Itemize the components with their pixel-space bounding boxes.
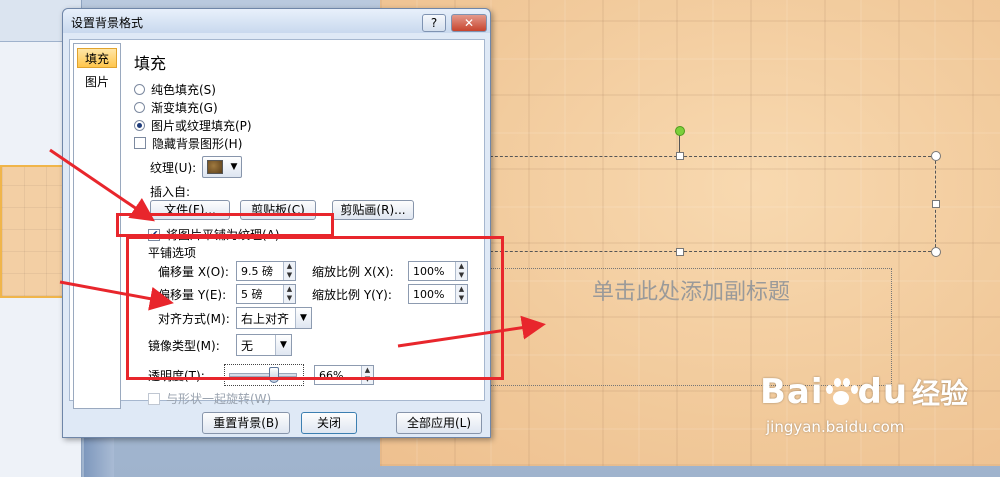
option-label: 隐藏背景图形(H) <box>152 136 243 151</box>
radio-button[interactable] <box>134 83 145 95</box>
resize-handle[interactable] <box>931 151 941 161</box>
section-title: 填充 <box>134 54 167 73</box>
chevron-down-icon: ▼ <box>230 162 238 172</box>
rotation-handle[interactable] <box>675 126 685 136</box>
resize-handle[interactable] <box>676 152 684 160</box>
subtitle-placeholder-text[interactable]: 单击此处添加副标题 <box>490 274 892 306</box>
reset-background-button[interactable]: 重置背景(B) <box>202 412 290 434</box>
resize-handle[interactable] <box>931 247 941 257</box>
texture-picker[interactable]: ▼ <box>202 156 243 178</box>
help-button[interactable]: ? <box>422 14 446 32</box>
radio-button-selected[interactable] <box>134 119 145 131</box>
solid-fill-option[interactable]: 纯色填充(S) <box>134 80 484 98</box>
watermark-brand-suffix: du <box>857 372 909 412</box>
texture-row: 纹理(U): ▼ <box>150 156 243 178</box>
picture-texture-fill-option[interactable]: 图片或纹理填充(P) <box>134 116 484 134</box>
insert-from-label: 插入自: <box>150 185 191 199</box>
clipart-button[interactable]: 剪贴画(R)... <box>332 200 414 220</box>
checkbox[interactable] <box>134 137 146 149</box>
title-placeholder-box[interactable] <box>470 156 936 252</box>
watermark-brand: Bai <box>760 372 824 412</box>
slide-thumbnail[interactable] <box>0 165 70 298</box>
option-label: 渐变填充(G) <box>151 100 218 115</box>
texture-swatch-icon <box>206 160 223 174</box>
apply-to-all-button[interactable]: 全部应用(L) <box>396 412 482 434</box>
rotate-with-shape-option: 与形状一起旋转(W) <box>148 390 271 407</box>
radio-button[interactable] <box>134 101 145 113</box>
option-label: 纯色填充(S) <box>151 82 216 97</box>
checkbox-disabled <box>148 392 160 405</box>
baidu-watermark: Bai du 经验 jingyan.baidu.com <box>760 372 968 436</box>
gradient-fill-option[interactable]: 渐变填充(G) <box>134 98 484 116</box>
tile-option-highlight <box>116 213 334 237</box>
option-label: 与形状一起旋转(W) <box>166 392 272 406</box>
paw-icon <box>824 377 858 407</box>
category-nav: 填充 图片 <box>73 43 121 409</box>
watermark-site: jingyan.baidu.com <box>766 418 905 436</box>
resize-handle[interactable] <box>932 200 940 208</box>
close-button[interactable]: 关闭 <box>301 412 357 434</box>
watermark-brand-cn: 经验 <box>912 377 969 410</box>
resize-handle[interactable] <box>676 248 684 256</box>
tile-settings-highlight <box>126 236 504 380</box>
hide-background-graphics-option[interactable]: 隐藏背景图形(H) <box>134 134 484 152</box>
nav-item-fill[interactable]: 填充 <box>77 48 117 68</box>
option-label: 图片或纹理填充(P) <box>151 118 252 133</box>
nav-item-picture[interactable]: 图片 <box>77 72 117 92</box>
texture-label: 纹理(U): <box>150 160 197 175</box>
close-window-button[interactable]: ✕ <box>451 14 487 32</box>
